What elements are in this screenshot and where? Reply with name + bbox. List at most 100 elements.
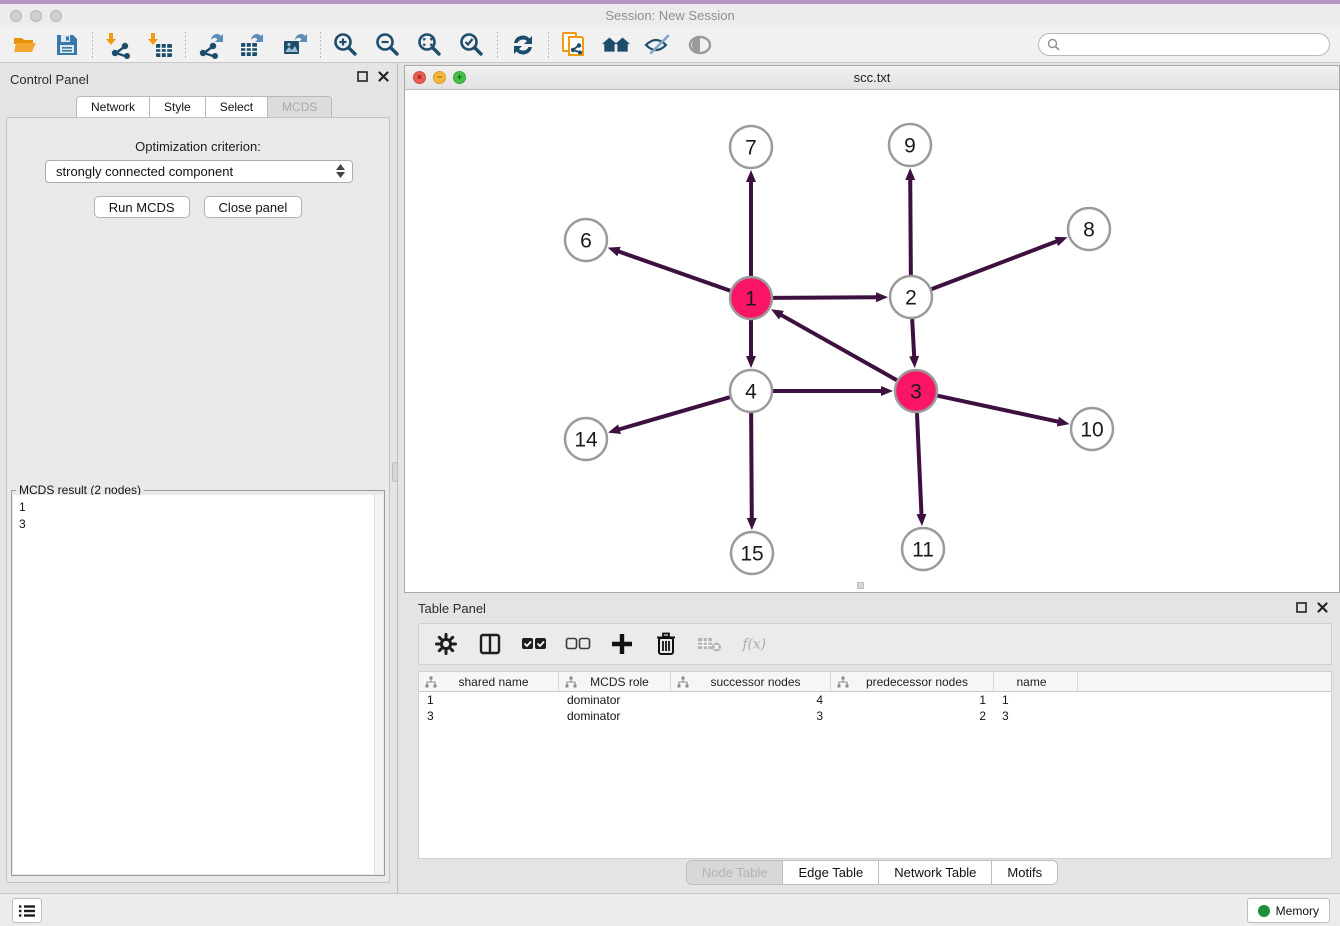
edge-1-2[interactable] [773,297,877,298]
import-network-icon[interactable] [103,30,133,60]
zoom-selected-icon[interactable] [457,30,487,60]
node-label-14: 14 [574,428,598,451]
cell-MCDS-role: dominator [559,708,671,724]
memory-button[interactable]: Memory [1247,898,1330,923]
edge-3-1[interactable] [781,315,897,381]
tab-select[interactable]: Select [206,96,268,118]
gear-icon[interactable] [433,631,459,657]
memory-label: Memory [1276,904,1319,918]
search-field[interactable] [1038,33,1330,56]
export-table-icon[interactable] [238,30,268,60]
float-panel-icon[interactable] [357,71,368,82]
open-session-icon[interactable] [10,30,40,60]
column-header-MCDS-role[interactable]: MCDS role [559,672,671,691]
cell-predecessor-nodes: 1 [831,692,994,708]
search-input[interactable] [1061,34,1329,55]
edge-2-8[interactable] [932,241,1058,289]
zoom-out-icon[interactable] [373,30,403,60]
edge-2-9[interactable] [910,179,911,275]
cell-shared-name: 1 [419,692,559,708]
panel-splitter-handle[interactable] [392,462,398,482]
cell-successor-nodes: 3 [671,708,831,724]
zoom-fit-icon[interactable] [415,30,445,60]
node-label-11: 11 [912,538,934,561]
table-toolbar: f(x) [418,623,1332,665]
edge-4-14[interactable] [619,397,730,429]
cell-name: 3 [994,708,1078,724]
add-icon[interactable] [609,631,635,657]
optimization-select[interactable]: strongly connected component [45,160,353,183]
export-image-icon[interactable] [280,30,310,60]
eye-icon [685,30,715,60]
function-icon: f(x) [741,631,767,657]
close-panel-icon[interactable] [378,71,389,82]
status-bar: Memory [0,893,1340,926]
edge-3-11[interactable] [917,413,922,515]
network-window-titlebar[interactable]: × − + scc.txt [405,66,1339,90]
table-panel: Table Panel [404,597,1340,888]
tab-network-table[interactable]: Network Table [879,861,992,884]
refresh-icon[interactable] [508,30,538,60]
network-window-title: scc.txt [405,70,1339,85]
import-table-icon[interactable] [145,30,175,60]
save-session-icon[interactable] [52,30,82,60]
node-table[interactable]: shared nameMCDS rolesuccessor nodesprede… [418,671,1332,859]
canvas-resize-grip[interactable] [857,582,864,589]
column-header-name[interactable]: name [994,672,1078,691]
network-canvas[interactable]: 7968124314101511 [405,90,1339,592]
optimization-criterion-label: Optimization criterion: [7,139,389,154]
deselect-all-icon[interactable] [565,631,591,657]
node-label-8: 8 [1083,218,1095,241]
search-icon [1047,38,1061,52]
node-label-2: 2 [905,286,917,309]
zoom-in-icon[interactable] [331,30,361,60]
tab-mcds[interactable]: MCDS [268,96,332,118]
edge-2-3[interactable] [912,319,914,357]
result-scrollbar[interactable] [374,495,383,874]
svg-text:f(x): f(x) [741,636,766,652]
node-label-9: 9 [904,134,916,157]
duplicate-network-icon[interactable] [559,30,589,60]
cell-name: 1 [994,692,1078,708]
column-header-shared-name[interactable]: shared name [419,672,559,691]
column-header-successor-nodes[interactable]: successor nodes [671,672,831,691]
table-panel-title: Table Panel [418,601,486,616]
mcds-panel: Optimization criterion: strongly connect… [6,117,390,883]
table-header-row: shared nameMCDS rolesuccessor nodesprede… [419,672,1331,692]
table-tabs: Node TableEdge TableNetwork TableMotifs [686,860,1058,885]
run-mcds-button[interactable]: Run MCDS [94,196,190,218]
select-all-icon[interactable] [521,631,547,657]
task-history-button[interactable] [12,898,42,923]
control-panel: Control Panel NetworkStyleSelectMCDS Opt… [0,63,398,893]
mcds-result-group: MCDS result (2 nodes) 1 3 [11,490,385,876]
node-label-1: 1 [745,287,757,310]
tab-style[interactable]: Style [150,96,206,118]
home-icon[interactable] [601,30,631,60]
hide-icon[interactable] [643,30,673,60]
tab-edge-table[interactable]: Edge Table [783,861,879,884]
tab-node-table[interactable]: Node Table [687,861,784,884]
delete-table-icon [697,631,723,657]
trash-icon[interactable] [653,631,679,657]
split-columns-icon[interactable] [477,631,503,657]
optimization-select-value: strongly connected component [56,164,233,179]
cell-predecessor-nodes: 2 [831,708,994,724]
application-window: Session: New Session [0,0,1340,926]
select-stepper-icon [336,164,345,178]
column-header-predecessor-nodes[interactable]: predecessor nodes [831,672,994,691]
table-row[interactable]: 1dominator411 [419,692,1331,708]
cell-MCDS-role: dominator [559,692,671,708]
close-panel-button[interactable]: Close panel [204,196,303,218]
mcds-result-textarea[interactable]: 1 3 [13,495,383,874]
node-label-10: 10 [1080,418,1103,441]
tab-motifs[interactable]: Motifs [992,861,1057,884]
table-row[interactable]: 3dominator323 [419,708,1331,724]
node-label-4: 4 [745,380,757,403]
edge-4-15[interactable] [751,413,752,519]
edge-3-10[interactable] [938,396,1059,422]
edge-1-6[interactable] [618,251,730,290]
tab-network[interactable]: Network [76,96,150,118]
export-network-icon[interactable] [196,30,226,60]
close-table-panel-icon[interactable] [1317,602,1328,613]
float-table-panel-icon[interactable] [1296,602,1307,613]
